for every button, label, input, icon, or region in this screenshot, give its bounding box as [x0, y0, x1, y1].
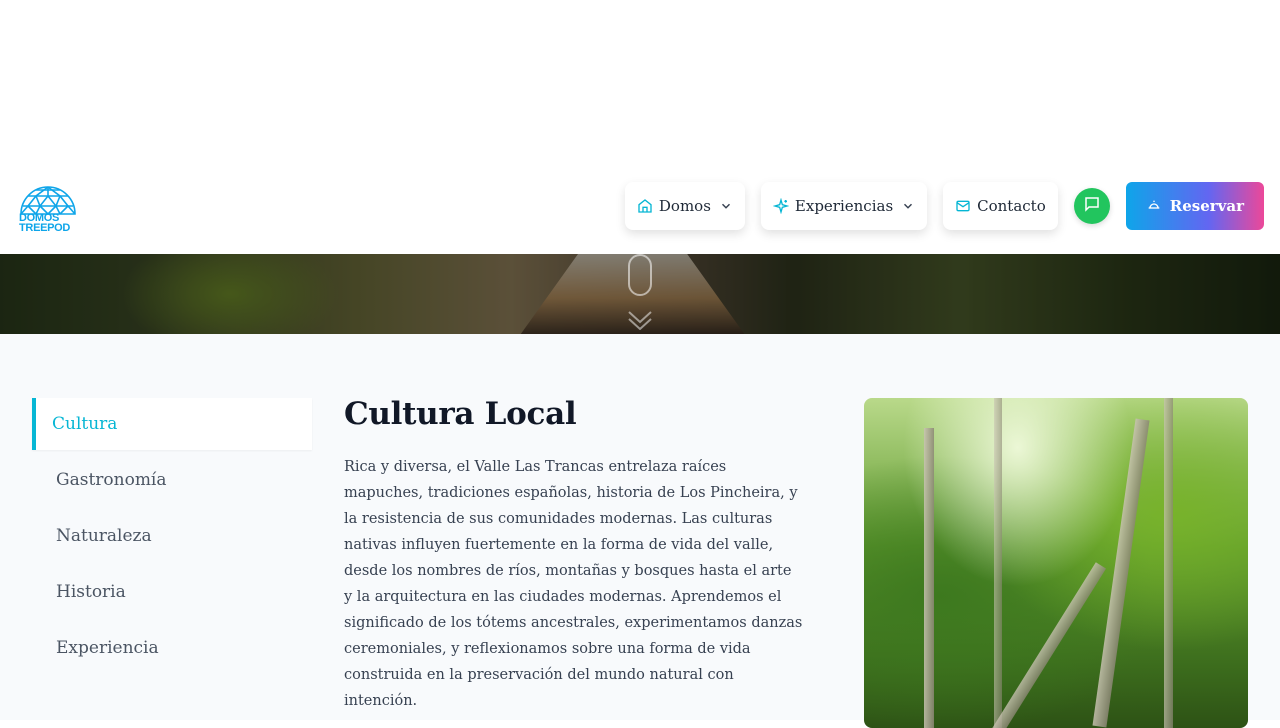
home-icon	[637, 198, 653, 214]
sidebar-item-naturaleza[interactable]: Naturaleza	[32, 510, 312, 562]
scroll-down-chevron-icon[interactable]	[627, 310, 653, 330]
main-nav: Domos Experiencias Contacto Reservar	[624, 182, 1264, 230]
reservar-button[interactable]: Reservar	[1125, 182, 1264, 230]
nav-domos-button[interactable]: Domos	[624, 182, 745, 230]
site-header: DOMOS TREEPOD Domos Experiencias Contact…	[0, 158, 1280, 254]
sidebar-item-cultura[interactable]: Cultura	[32, 398, 312, 450]
logo-text: DOMOS TREEPOD	[19, 213, 81, 234]
forest-photo	[864, 398, 1248, 728]
mail-icon	[955, 198, 971, 214]
reservar-label: Reservar	[1169, 197, 1244, 215]
chevron-down-icon	[901, 199, 915, 213]
sparkles-icon	[772, 198, 789, 214]
nav-experiencias-button[interactable]: Experiencias	[760, 182, 928, 230]
site-logo[interactable]: DOMOS TREEPOD	[18, 176, 78, 236]
chat-button[interactable]	[1073, 188, 1110, 224]
section-title: Cultura Local	[344, 396, 577, 432]
nav-domos-label: Domos	[658, 197, 711, 215]
nav-contacto-button[interactable]: Contacto	[943, 182, 1058, 230]
topic-sidebar: Cultura Gastronomía Naturaleza Historia …	[32, 398, 312, 678]
nav-experiencias-label: Experiencias	[794, 197, 894, 215]
topic-content: Cultura Local Rica y diversa, el Valle L…	[344, 396, 804, 714]
sidebar-item-experiencia[interactable]: Experiencia	[32, 622, 312, 674]
chat-icon	[1083, 195, 1101, 217]
hero-image	[0, 254, 1280, 334]
sidebar-item-gastronomia[interactable]: Gastronomía	[32, 454, 312, 506]
bell-icon	[1146, 196, 1162, 216]
logo-line-2: TREEPOD	[19, 222, 71, 234]
sidebar-item-historia[interactable]: Historia	[32, 566, 312, 618]
mouse-scroll-icon[interactable]	[628, 254, 652, 296]
chevron-down-icon	[719, 199, 733, 213]
nav-contacto-label: Contacto	[977, 197, 1046, 215]
culture-section: Cultura Gastronomía Naturaleza Historia …	[0, 334, 1280, 728]
dome-logo-icon	[20, 186, 76, 216]
section-body: Rica y diversa, el Valle Las Trancas ent…	[344, 459, 803, 709]
